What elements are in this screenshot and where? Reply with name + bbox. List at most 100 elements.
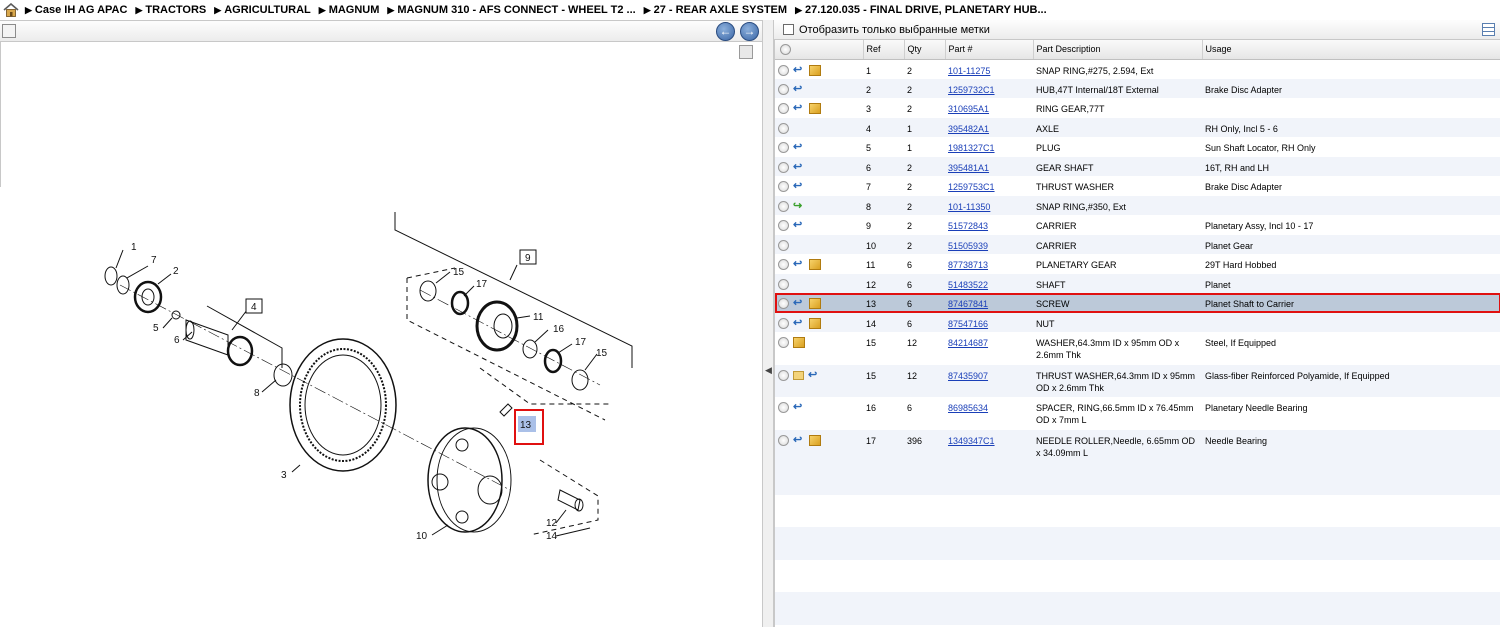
expand-all-icon[interactable] bbox=[780, 43, 791, 55]
breadcrumb-item[interactable]: ▶ TRACTORS bbox=[135, 4, 206, 16]
add-to-cart-icon[interactable] bbox=[778, 122, 789, 134]
add-to-cart-icon[interactable] bbox=[778, 64, 789, 76]
add-to-cart-icon[interactable] bbox=[778, 369, 789, 381]
cell-part-number[interactable]: 87738713 bbox=[945, 254, 1033, 274]
callout-1[interactable]: 1 bbox=[131, 242, 137, 253]
column-header-qty[interactable]: Qty bbox=[904, 40, 946, 60]
callout-5[interactable]: 5 bbox=[153, 323, 159, 334]
substitution-arrow-icon[interactable]: ↩ bbox=[793, 161, 805, 173]
substitution-arrow-icon[interactable]: ↩ bbox=[793, 298, 805, 309]
pane-splitter[interactable]: ◀ bbox=[762, 20, 774, 627]
cell-part-number[interactable]: 87435907 bbox=[945, 365, 1033, 398]
package-icon[interactable] bbox=[809, 64, 821, 76]
breadcrumb-item[interactable]: ▶ 27.120.035 - FINAL DRIVE, PLANETARY HUB… bbox=[795, 4, 1047, 16]
add-to-cart-icon[interactable] bbox=[778, 317, 789, 329]
table-row[interactable]: ↩ 3 2 310695A1 RING GEAR,77T bbox=[775, 98, 1500, 118]
part-number-link[interactable]: 101-11350 bbox=[948, 202, 990, 212]
part-number-link[interactable]: 51572843 bbox=[948, 221, 988, 231]
previous-button[interactable]: ← bbox=[716, 22, 735, 41]
table-row-selected[interactable]: ↩ 13 6 87467841 SCREW Planet Shaft to Carrier bbox=[775, 293, 1500, 313]
callout-15[interactable]: 15 bbox=[453, 267, 465, 278]
table-row[interactable]: 4 1 395482A1 AXLE RH Only, Incl 5 - 6 bbox=[775, 117, 1500, 138]
collapse-arrow-icon[interactable]: ◀ bbox=[765, 365, 772, 376]
substitution-arrow-icon[interactable]: ↩ bbox=[793, 83, 805, 95]
replacement-arrow-icon[interactable]: ↪ bbox=[793, 200, 805, 212]
part-number-link[interactable]: 86985634 bbox=[948, 403, 988, 413]
callout-16[interactable]: 16 bbox=[553, 324, 565, 335]
callout-10[interactable]: 10 bbox=[416, 531, 428, 542]
add-to-cart-icon[interactable] bbox=[778, 434, 789, 446]
substitution-arrow-icon[interactable]: ↩ bbox=[793, 402, 805, 413]
cell-part-number[interactable]: 84214687 bbox=[945, 332, 1033, 365]
add-to-cart-icon[interactable] bbox=[778, 200, 789, 212]
column-header-part-number[interactable]: Part # bbox=[945, 40, 1034, 60]
home-icon[interactable] bbox=[3, 3, 19, 17]
cell-part-number[interactable]: 51572843 bbox=[945, 215, 1033, 235]
part-number-link[interactable]: 87467841 bbox=[948, 299, 988, 309]
package-icon[interactable] bbox=[809, 317, 821, 329]
add-to-cart-icon[interactable] bbox=[778, 259, 789, 270]
add-to-cart-icon[interactable] bbox=[778, 161, 789, 173]
callout-14[interactable]: 14 bbox=[546, 531, 558, 542]
cell-part-number[interactable]: 87467841 bbox=[945, 293, 1033, 313]
breadcrumb-item[interactable]: ▶ MAGNUM bbox=[319, 4, 380, 16]
add-to-cart-icon[interactable] bbox=[778, 402, 789, 413]
table-row[interactable]: ↩ 7 2 1259753C1 THRUST WASHER Brake Disc Adap… bbox=[775, 176, 1500, 196]
substitution-arrow-icon[interactable]: ↩ bbox=[793, 434, 805, 446]
part-number-link[interactable]: 310695A1 bbox=[948, 104, 989, 114]
cell-part-number[interactable]: 51483522 bbox=[945, 274, 1033, 294]
breadcrumb-item[interactable]: ▶ Case IH AG APAC bbox=[25, 4, 127, 16]
substitution-arrow-icon[interactable]: ↩ bbox=[793, 142, 805, 153]
part-carrier[interactable] bbox=[427, 427, 503, 533]
add-to-cart-icon[interactable] bbox=[778, 298, 789, 309]
callout-4[interactable]: 4 bbox=[251, 302, 257, 313]
add-to-cart-icon[interactable] bbox=[778, 239, 789, 251]
add-to-cart-icon[interactable] bbox=[778, 220, 789, 231]
package-icon[interactable] bbox=[793, 337, 805, 348]
table-row[interactable]: ↩ 2 2 1259732C1 HUB,47T Internal/18T Externa… bbox=[775, 78, 1500, 99]
grid-view-icon[interactable] bbox=[1482, 23, 1495, 36]
table-row[interactable]: ↩ 17 396 1349347C1 NEEDLE ROLLER,Needle, 6.6… bbox=[775, 429, 1500, 463]
callout-2[interactable]: 2 bbox=[173, 266, 179, 277]
cell-part-number[interactable]: 86985634 bbox=[945, 397, 1033, 430]
table-row[interactable]: ↩ 14 6 87547166 NUT bbox=[775, 312, 1500, 332]
cell-part-number[interactable]: 1981327C1 bbox=[945, 137, 1033, 157]
callout-3[interactable]: 3 bbox=[281, 470, 287, 481]
part-snap-ring[interactable] bbox=[104, 266, 118, 286]
cell-part-number[interactable]: 101-11350 bbox=[945, 196, 1033, 216]
table-row[interactable]: ↩ 6 2 395481A1 GEAR SHAFT 16T, RH and LH bbox=[775, 156, 1500, 176]
cell-part-number[interactable]: 1259732C1 bbox=[945, 79, 1033, 99]
substitution-arrow-icon[interactable]: ↩ bbox=[793, 220, 805, 231]
part-number-link[interactable]: 84214687 bbox=[948, 338, 988, 348]
callout-15b[interactable]: 15 bbox=[596, 348, 608, 359]
table-row[interactable]: 10 2 51505939 CARRIER Planet Gear bbox=[775, 234, 1500, 255]
callout-9[interactable]: 9 bbox=[525, 253, 531, 264]
table-row[interactable]: ↩ 1 2 101-11275 SNAP RING,#275, 2.594, Ext bbox=[775, 59, 1500, 79]
callout-11[interactable]: 11 bbox=[533, 312, 544, 323]
column-header-actions[interactable] bbox=[775, 40, 864, 60]
cell-part-number[interactable]: 310695A1 bbox=[945, 98, 1033, 118]
callout-17b[interactable]: 17 bbox=[575, 337, 587, 348]
show-selected-only-checkbox[interactable] bbox=[783, 24, 794, 35]
part-number-link[interactable]: 101-11275 bbox=[948, 66, 990, 76]
part-number-link[interactable]: 1349347C1 bbox=[948, 436, 995, 446]
column-header-usage[interactable]: Usage bbox=[1202, 40, 1500, 60]
part-spacer[interactable] bbox=[522, 339, 538, 359]
substitution-arrow-icon[interactable]: ↩ bbox=[793, 259, 805, 270]
substitution-arrow-icon[interactable]: ↩ bbox=[793, 317, 805, 329]
breadcrumb-item[interactable]: ▶ 27 - REAR AXLE SYSTEM bbox=[644, 4, 787, 16]
cell-part-number[interactable]: 1349347C1 bbox=[945, 430, 1033, 463]
column-header-ref[interactable]: Ref bbox=[863, 40, 905, 60]
callout-6[interactable]: 6 bbox=[174, 335, 180, 346]
part-plug[interactable] bbox=[171, 310, 181, 320]
callout-7[interactable]: 7 bbox=[151, 255, 157, 266]
substitution-arrow-icon[interactable]: ↩ bbox=[808, 369, 820, 381]
next-button[interactable]: → bbox=[740, 22, 759, 41]
folder-icon[interactable] bbox=[793, 370, 804, 380]
cell-part-number[interactable]: 51505939 bbox=[945, 235, 1033, 255]
add-to-cart-icon[interactable] bbox=[778, 103, 789, 114]
table-row[interactable]: 15 12 84214687 WASHER,64.3mm ID x 95mm OD x… bbox=[775, 332, 1500, 365]
table-row[interactable]: 12 6 51483522 SHAFT Planet bbox=[775, 273, 1500, 294]
cell-part-number[interactable]: 395482A1 bbox=[945, 118, 1033, 138]
part-number-link[interactable]: 51483522 bbox=[948, 280, 988, 290]
